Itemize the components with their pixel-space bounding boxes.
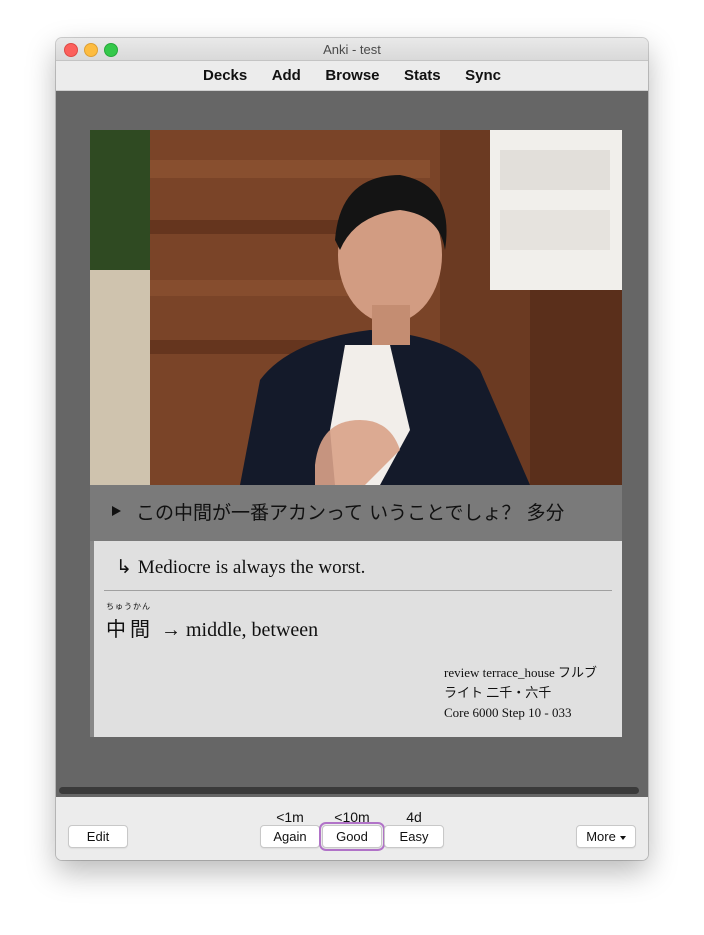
card-photo-image [90,130,622,485]
title-bar[interactable]: Anki - test [56,38,648,61]
horizontal-scrollbar[interactable] [59,787,639,794]
play-audio-icon[interactable] [112,506,121,516]
return-arrow-icon: ↳ [116,557,132,578]
edit-button[interactable]: Edit [68,825,128,848]
tag-line: review terrace_house フルブ [444,665,598,680]
easy-interval: 4d [406,809,422,825]
window-title: Anki - test [323,42,381,57]
vocab-meaning: → middle, between [161,619,319,641]
reviewer-area: この中間が一番アカンって いうことでしょ？ 多分 ↳ Mediocre is al… [56,91,648,797]
vocab-entry: ちゅうかん 中間 → middle, between [106,601,318,642]
toolbar-stats[interactable]: Stats [404,61,441,90]
easy-button[interactable]: Easy [384,825,444,848]
anki-window: Anki - test Decks Add Browse Stats Sync [56,38,648,860]
toolbar-add[interactable]: Add [272,61,301,90]
answer-bar: Edit <1m <10m 4d Again Good Easy More [56,797,648,860]
again-interval: <1m [276,809,304,825]
card-tags: review terrace_house フルブ ライト 二千・六千 Core … [444,663,619,723]
tag-line: ライト 二千・六千 [444,685,552,700]
main-toolbar: Decks Add Browse Stats Sync [56,61,648,91]
vocab-kanji: 中間 [106,617,154,641]
chevron-down-icon [619,835,626,840]
flashcard: この中間が一番アカンって いうことでしょ？ 多分 ↳ Mediocre is al… [90,130,622,737]
toolbar-sync[interactable]: Sync [465,61,501,90]
toolbar-browse[interactable]: Browse [325,61,379,90]
again-button[interactable]: Again [260,825,320,848]
sentence-bar: この中間が一番アカンって いうことでしょ？ 多分 [90,485,622,541]
english-translation: Mediocre is always the worst. [137,557,366,578]
toolbar-decks[interactable]: Decks [203,61,247,90]
more-button[interactable]: More [576,825,636,848]
card-back: ↳ Mediocre is always the worst. ちゅうかん 中間 … [94,541,622,737]
divider [104,590,612,591]
japanese-sentence: この中間が一番アカンって いうことでしょ？ 多分 [136,502,565,524]
translation-line: ↳ Mediocre is always the worst. [116,556,365,579]
card-photo [90,130,622,485]
tag-line: Core 6000 Step 10 - 033 [444,705,572,720]
good-interval: <10m [334,809,370,825]
more-label: More [586,829,616,844]
good-button[interactable]: Good [319,822,385,851]
furigana: ちゅうかん [106,602,151,611]
